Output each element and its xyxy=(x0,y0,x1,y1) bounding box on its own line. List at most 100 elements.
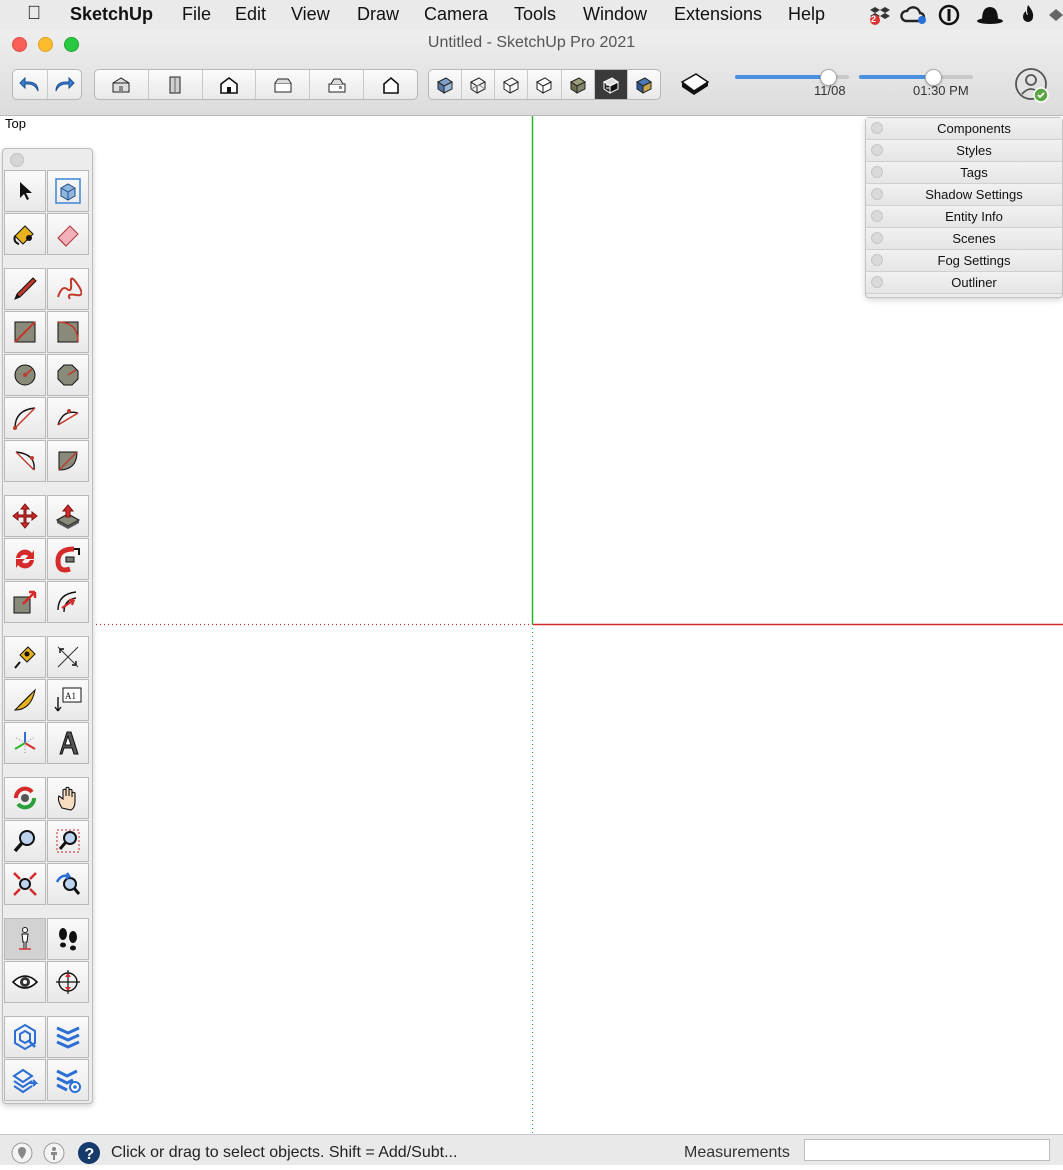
tray-item-fog-settings[interactable]: Fog Settings xyxy=(866,250,1062,272)
3d-text-button[interactable] xyxy=(47,722,89,764)
tray-label: Components xyxy=(937,121,1011,136)
menu-window[interactable]: Window xyxy=(583,4,647,25)
menu-tools[interactable]: Tools xyxy=(514,4,556,25)
palette-close-button[interactable] xyxy=(10,153,24,167)
section-plane-button[interactable] xyxy=(47,961,89,1003)
orbit-tool-button[interactable] xyxy=(4,777,46,819)
make-component-button[interactable] xyxy=(47,170,89,212)
text-tool-button[interactable]: A1 xyxy=(47,679,89,721)
shadows-toggle-button[interactable] xyxy=(678,68,712,100)
extension-warehouse-button[interactable] xyxy=(47,1016,89,1058)
pie-tool-icon xyxy=(58,451,78,471)
circle-tool-button[interactable] xyxy=(4,354,46,396)
tray-item-shadow-settings[interactable]: Shadow Settings xyxy=(866,184,1062,206)
xray-shaded-style-button[interactable] xyxy=(628,70,660,99)
paint-bucket-button[interactable] xyxy=(4,213,46,255)
move-tool-button[interactable] xyxy=(4,495,46,537)
undo-button[interactable] xyxy=(13,70,48,99)
back-view-button[interactable] xyxy=(310,70,365,99)
freehand-tool-icon xyxy=(57,277,82,300)
eraser-button[interactable] xyxy=(47,213,89,255)
rectangle-tool-button[interactable] xyxy=(4,311,46,353)
macos-menu-bar:  SketchUp File Edit View Draw Camera To… xyxy=(0,0,1063,31)
menu-edit[interactable]: Edit xyxy=(235,4,266,25)
expand-dot-icon xyxy=(871,122,883,134)
tape-measure-button[interactable] xyxy=(4,636,46,678)
dropbox-icon[interactable]: 2 xyxy=(868,4,890,26)
three-point-arc-button[interactable] xyxy=(4,440,46,482)
pie-tool-button[interactable] xyxy=(47,440,89,482)
menu-extensions[interactable]: Extensions xyxy=(674,4,762,25)
geo-location-icon[interactable] xyxy=(10,1142,34,1169)
shadow-date-slider[interactable] xyxy=(735,69,849,86)
zoom-extents-icon xyxy=(13,872,37,896)
redo-button[interactable] xyxy=(48,70,82,99)
offset-tool-button[interactable] xyxy=(47,581,89,623)
rotate-tool-button[interactable] xyxy=(4,538,46,580)
tray-item-tags[interactable]: Tags xyxy=(866,162,1062,184)
line-tool-button[interactable] xyxy=(4,268,46,310)
zoom-extents-button[interactable] xyxy=(4,863,46,905)
bowler-hat-icon[interactable] xyxy=(976,4,1003,26)
protractor-button[interactable] xyxy=(4,679,46,721)
hidden-line-style-button[interactable] xyxy=(495,70,529,99)
two-point-arc-button[interactable] xyxy=(47,397,89,439)
scale-tool-button[interactable] xyxy=(4,581,46,623)
tray-item-outliner[interactable]: Outliner xyxy=(866,272,1062,294)
monochrome-style-button[interactable] xyxy=(594,70,628,99)
position-camera-button[interactable] xyxy=(4,918,46,960)
shaded-style-button[interactable] xyxy=(528,70,562,99)
app-menu[interactable]: SketchUp xyxy=(70,4,153,25)
look-around-button[interactable] xyxy=(4,961,46,1003)
push-pull-button[interactable] xyxy=(47,495,89,537)
zoom-tool-button[interactable] xyxy=(4,820,46,862)
wireframe-style-button[interactable] xyxy=(462,70,496,99)
iso-view-button[interactable] xyxy=(95,70,149,99)
shadow-time-label: 01:30 PM xyxy=(913,83,969,98)
menu-camera[interactable]: Camera xyxy=(424,4,488,25)
front-view-button[interactable] xyxy=(203,70,257,99)
extension-manager-button[interactable] xyxy=(47,1059,89,1101)
tray-item-styles[interactable]: Styles xyxy=(866,140,1062,162)
tray-item-components[interactable]: Components xyxy=(866,118,1062,140)
pan-tool-button[interactable] xyxy=(47,777,89,819)
rotated-rectangle-button[interactable] xyxy=(47,311,89,353)
previous-view-button[interactable] xyxy=(47,863,89,905)
zoom-window-button[interactable] xyxy=(47,820,89,862)
tray-item-entity-info[interactable]: Entity Info xyxy=(866,206,1062,228)
measurements-input[interactable] xyxy=(804,1139,1050,1161)
shadow-time-slider[interactable] xyxy=(859,69,973,86)
layout-send-button[interactable] xyxy=(4,1059,46,1101)
right-view-button[interactable] xyxy=(256,70,311,99)
top-view-button[interactable] xyxy=(149,70,203,99)
freehand-tool-button[interactable] xyxy=(47,268,89,310)
shaded-textures-style-button[interactable] xyxy=(562,70,595,99)
menu-file[interactable]: File xyxy=(182,4,211,25)
apple-menu-icon[interactable]:  xyxy=(27,3,41,25)
arc-tool-button[interactable] xyxy=(4,397,46,439)
left-view-button[interactable] xyxy=(364,70,417,99)
axes-tool-button[interactable] xyxy=(4,722,46,764)
polygon-tool-button[interactable] xyxy=(47,354,89,396)
select-tool-button[interactable] xyxy=(4,170,46,212)
creative-cloud-icon[interactable] xyxy=(900,4,926,26)
follow-me-button[interactable] xyxy=(47,538,89,580)
credits-icon[interactable] xyxy=(42,1142,66,1169)
tray-label: Scenes xyxy=(952,231,996,246)
flame-icon[interactable] xyxy=(1020,4,1042,26)
1password-icon[interactable] xyxy=(938,4,960,26)
large-tool-set-palette: A1 xyxy=(2,148,93,1104)
menu-draw[interactable]: Draw xyxy=(357,4,399,25)
menu-view[interactable]: View xyxy=(291,4,330,25)
3d-warehouse-button[interactable] xyxy=(4,1016,46,1058)
walk-tool-button[interactable] xyxy=(47,918,89,960)
xray-style-button[interactable] xyxy=(429,70,463,99)
trimble-account-button[interactable] xyxy=(1014,67,1050,103)
instructor-help-icon[interactable]: ? xyxy=(76,1141,102,1170)
dimension-tool-button[interactable] xyxy=(47,636,89,678)
follow-me-icon xyxy=(55,546,80,573)
menu-help[interactable]: Help xyxy=(788,4,825,25)
left-view-icon xyxy=(382,76,399,94)
diamond-icon[interactable] xyxy=(1049,4,1063,26)
tray-item-scenes[interactable]: Scenes xyxy=(866,228,1062,250)
